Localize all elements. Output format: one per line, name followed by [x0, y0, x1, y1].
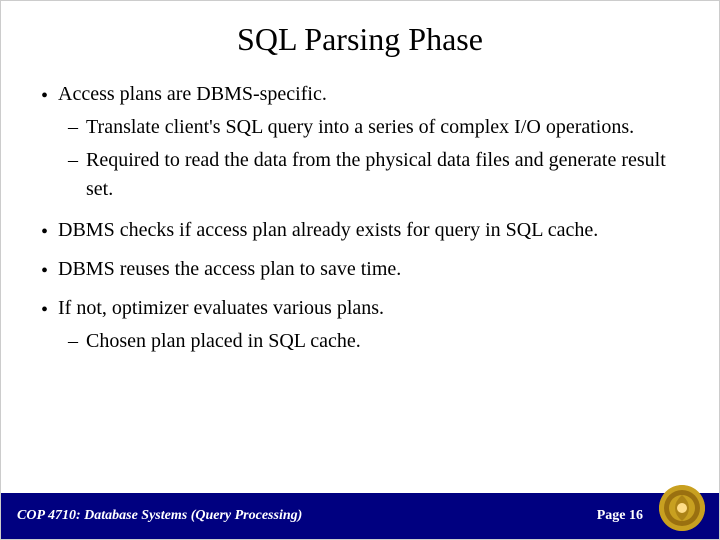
sub-dash: – [68, 146, 78, 175]
sub-text-4-1: Chosen plan placed in SQL cache. [86, 327, 679, 356]
ucf-logo [659, 485, 709, 535]
bullet-dot: • [41, 296, 48, 325]
sub-list-item: – Chosen plan placed in SQL cache. [68, 327, 679, 356]
footer-page-number: Page 16 [597, 508, 643, 524]
logo-circle [659, 485, 705, 531]
list-item: • DBMS reuses the access plan to save ti… [41, 255, 679, 286]
footer-course-text: COP 4710: Database Systems (Query Proces… [17, 508, 597, 524]
slide-container: SQL Parsing Phase • Access plans are DBM… [0, 0, 720, 540]
bullet-text-1: Access plans are DBMS-specific. [58, 83, 327, 105]
list-item: • Access plans are DBMS-specific. – Tran… [41, 80, 679, 208]
bullet-text-4: If not, optimizer evaluates various plan… [58, 297, 384, 319]
sub-text-1-1: Translate client's SQL query into a seri… [86, 113, 679, 142]
sub-list-1: – Translate client's SQL query into a se… [68, 113, 679, 204]
bullet-list: • Access plans are DBMS-specific. – Tran… [41, 80, 679, 368]
logo-svg [659, 485, 705, 531]
slide-title: SQL Parsing Phase [41, 21, 679, 58]
sub-dash: – [68, 113, 78, 142]
sub-text-1-2: Required to read the data from the physi… [86, 146, 679, 204]
slide-content: SQL Parsing Phase • Access plans are DBM… [1, 1, 719, 493]
sub-list-item: – Translate client's SQL query into a se… [68, 113, 679, 142]
slide-footer: COP 4710: Database Systems (Query Proces… [1, 493, 719, 539]
bullet-text-2: DBMS checks if access plan already exist… [58, 219, 598, 241]
sub-dash: – [68, 327, 78, 356]
bullet-text-3: DBMS reuses the access plan to save time… [58, 258, 401, 280]
sub-list-4: – Chosen plan placed in SQL cache. [68, 327, 679, 356]
bullet-dot: • [41, 82, 48, 111]
list-item: • If not, optimizer evaluates various pl… [41, 294, 679, 360]
sub-list-item: – Required to read the data from the phy… [68, 146, 679, 204]
bullet-dot: • [41, 218, 48, 247]
bullet-dot: • [41, 257, 48, 286]
list-item: • DBMS checks if access plan already exi… [41, 216, 679, 247]
